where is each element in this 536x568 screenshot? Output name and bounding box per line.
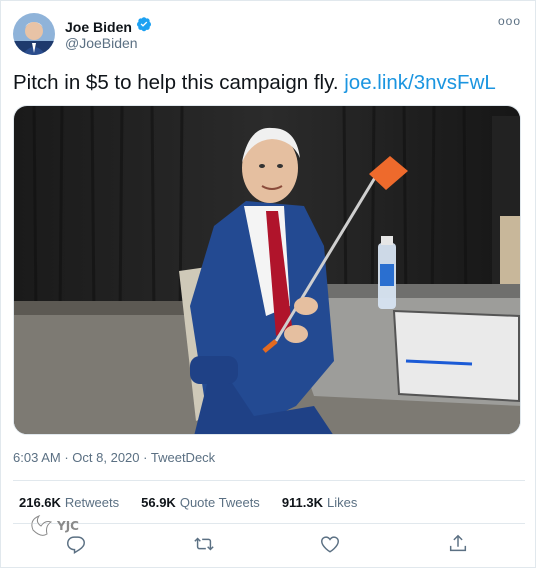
engagement-stats: 216.6K Retweets 56.9K Quote Tweets 911.3K L… [19, 495, 357, 510]
share-icon[interactable] [447, 533, 473, 559]
likes-stat[interactable]: 911.3K Likes [282, 495, 358, 510]
verified-badge-icon [136, 16, 152, 37]
action-bar [1, 533, 536, 561]
reply-icon[interactable] [65, 533, 91, 559]
tweet-time[interactable]: 6:03 AM [13, 450, 61, 465]
retweet-icon[interactable] [193, 533, 219, 559]
more-options-icon[interactable]: ooo [498, 14, 521, 28]
tweet-link[interactable]: joe.link/3nvsFwL [344, 71, 496, 94]
meta-separator: · [64, 450, 69, 465]
like-icon[interactable] [319, 533, 345, 559]
tweet-source[interactable]: TweetDeck [151, 450, 215, 465]
tweet-date[interactable]: Oct 8, 2020 [72, 450, 139, 465]
tweet-body: Pitch in $5 to help this campaign fly. [13, 71, 339, 94]
tweet-meta: 6:03 AM · Oct 8, 2020 · TweetDeck [13, 450, 215, 465]
retweets-stat[interactable]: 216.6K Retweets [19, 495, 119, 510]
author-name[interactable]: Joe Biden [65, 19, 132, 35]
meta-separator: · [143, 450, 148, 465]
quote-tweets-stat[interactable]: 56.9K Quote Tweets [141, 495, 260, 510]
tweet-card: Joe Biden @JoeBiden ooo Pitch in $5 to h… [0, 0, 536, 568]
tweet-text: Pitch in $5 to help this campaign fly. j… [13, 69, 525, 97]
avatar[interactable] [13, 13, 55, 55]
divider [13, 480, 525, 481]
watermark-text: YJC [57, 519, 79, 533]
author-handle[interactable]: @JoeBiden [65, 35, 138, 51]
tweet-photo[interactable] [13, 105, 521, 435]
